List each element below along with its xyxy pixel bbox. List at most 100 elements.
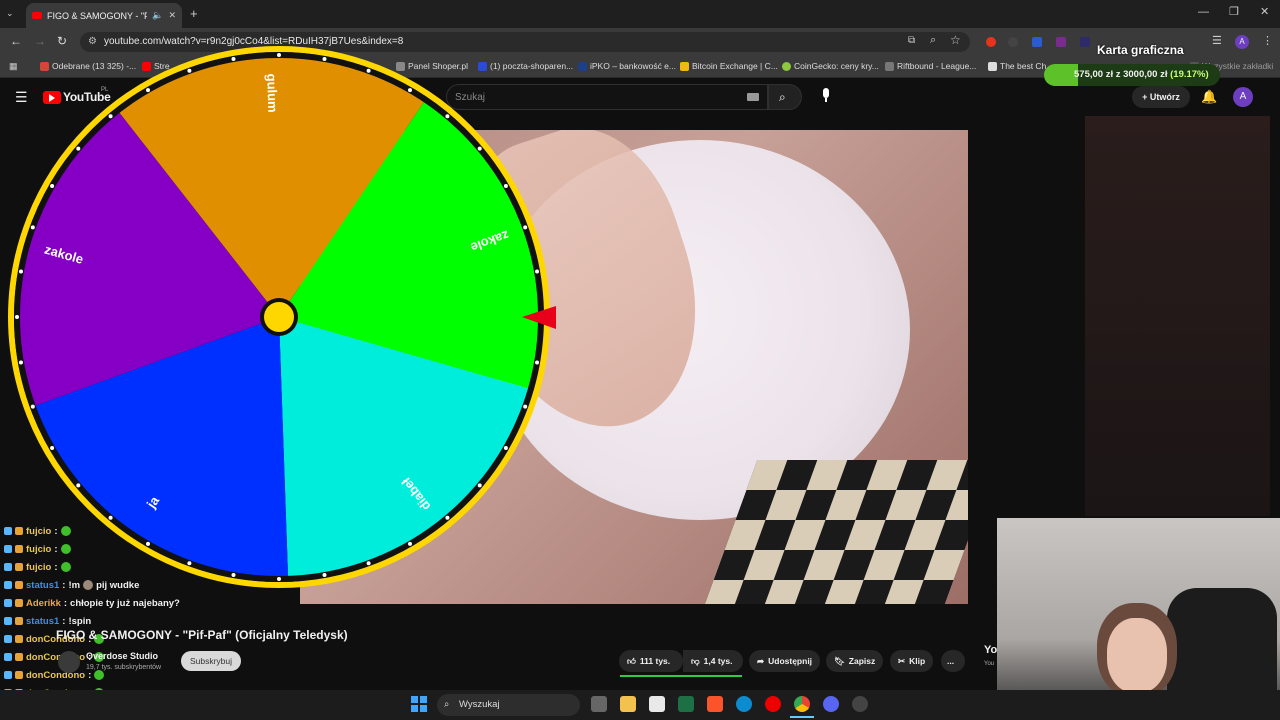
bookmark-item[interactable]: iPKO – bankowość e... [578, 61, 676, 71]
chat-message: fujcio : [0, 522, 300, 540]
brave-browser-icon[interactable] [707, 696, 723, 712]
app-icon[interactable] [852, 696, 868, 712]
subscribe-button[interactable]: Subskrybuj [181, 651, 241, 671]
file-explorer-icon[interactable] [620, 696, 636, 712]
goal-progress-fill [1044, 64, 1078, 86]
bookmark-label: iPKO – bankowość e... [590, 61, 676, 71]
taskbar-search-label: Wyszukaj [459, 699, 500, 710]
chat-message: Aderikk : chłopie ty już najebany? [0, 594, 300, 612]
chat-username[interactable]: status1 [26, 580, 59, 591]
wheel-rim-dot [535, 360, 540, 365]
microphone-icon[interactable] [819, 88, 833, 106]
more-actions-button[interactable]: ... [941, 650, 965, 672]
task-view-icon[interactable] [591, 696, 607, 712]
prize-wheel[interactable]: gulumzakolediabełjazakole [0, 44, 560, 594]
channel-name[interactable]: Overdose Studio [86, 651, 158, 661]
minimize-icon[interactable]: — [1198, 6, 1209, 18]
chat-badge-icon [4, 581, 12, 589]
youtube-favicon-icon [32, 12, 42, 19]
zoom-icon[interactable]: ⌕ [930, 34, 936, 47]
wheel-rim-dot [15, 315, 19, 319]
search-button[interactable]: ⌕ [768, 84, 802, 110]
chat-username[interactable]: fujcio [26, 544, 51, 555]
bookmark-star-icon[interactable]: ☆ [950, 33, 961, 47]
chat-text: chłopie ty już najebany? [70, 597, 180, 609]
like-button[interactable]: 👍︎ 111 tys. [619, 650, 683, 672]
chat-separator: : [63, 597, 68, 609]
chat-username[interactable]: fujcio [26, 562, 51, 573]
dislike-count: 1,4 tys. [703, 656, 733, 666]
save-button[interactable]: 🔖︎ Zapisz [826, 650, 884, 672]
scissors-icon: ✂ [898, 656, 906, 666]
side-heading: Yo [984, 644, 998, 656]
chat-separator: : [54, 543, 58, 555]
keyboard-icon[interactable] [747, 93, 759, 101]
create-button[interactable]: + Utwórz [1132, 86, 1190, 108]
tab-active[interactable]: FIGO & SAMOGONY - "Pif- 🔈 ✕ [26, 3, 182, 28]
wheel-rim-dot [322, 573, 327, 578]
side-panel [1085, 116, 1270, 516]
taskbar-search[interactable]: ⌕ Wyszukaj [437, 694, 580, 716]
windows-start-icon[interactable] [411, 696, 427, 712]
wheel-rim-dot [50, 446, 55, 450]
speaker-icon[interactable]: 🔈 [152, 10, 163, 21]
chat-emote-icon [60, 526, 71, 536]
tab-close-icon[interactable]: ✕ [168, 10, 176, 21]
chat-username[interactable]: donCondono [26, 670, 85, 681]
wheel-rim-dot [477, 146, 482, 151]
tab-search-icon[interactable]: ☰ [1212, 34, 1222, 47]
chat-emote-icon [60, 544, 71, 554]
bookmark-item[interactable]: Bitcoin Exchange | C... [680, 61, 778, 71]
dislike-button[interactable]: 👎︎ 1,4 tys. [683, 650, 743, 672]
chat-separator: : [88, 669, 92, 681]
goal-progress-bar: 575,00 zł z 3000,00 zł (19.17%) [1044, 64, 1220, 86]
profile-avatar[interactable]: A [1235, 35, 1249, 49]
wheel-rim-dot [76, 483, 81, 488]
notifications-bell-icon[interactable]: 🔔 [1201, 89, 1217, 105]
chat-badge-icon [15, 635, 23, 643]
extension-icon[interactable] [1032, 37, 1042, 47]
share-button[interactable]: ➦ Udostępnij [749, 650, 821, 672]
save-label: Zapisz [848, 656, 876, 666]
chat-badge-icon [15, 581, 23, 589]
chat-username[interactable]: Aderikk [26, 598, 61, 609]
wheel-rim-dot [277, 53, 281, 57]
thumbs-up-icon: 👍︎ [627, 656, 636, 666]
account-avatar[interactable]: A [1233, 87, 1253, 107]
extension-icon[interactable] [1008, 37, 1018, 47]
wheel-segment-label: gulum [264, 73, 280, 112]
install-app-icon[interactable]: ⧉ [908, 35, 915, 46]
webcam-person-face [1107, 618, 1167, 693]
extension-icon[interactable] [1056, 37, 1066, 47]
edge-browser-icon[interactable] [736, 696, 752, 712]
extension-icon[interactable] [1080, 37, 1090, 47]
active-app-indicator [790, 716, 814, 718]
wheel-rim-dot [30, 404, 35, 409]
chat-username[interactable]: fujcio [26, 526, 51, 537]
wheel-hub[interactable] [264, 302, 294, 332]
chat-message: fujcio : [0, 558, 300, 576]
tab-list-chevron-icon[interactable]: ⌄ [6, 8, 14, 19]
wheel-rim-dot [445, 114, 450, 119]
bookmark-item[interactable]: CoinGecko: ceny kry... [782, 61, 879, 71]
clip-button[interactable]: ✂ Klip [890, 650, 934, 672]
wheel-rim-dot [76, 146, 81, 151]
excel-icon[interactable] [678, 696, 694, 712]
discord-icon[interactable] [823, 696, 839, 712]
bookmark-item[interactable]: Riftbound - League... [885, 61, 976, 71]
chat-badge-icon [15, 653, 23, 661]
new-tab-plus-icon[interactable]: + [190, 6, 198, 21]
opera-browser-icon[interactable] [765, 696, 781, 712]
extension-icon[interactable] [986, 37, 996, 47]
store-icon[interactable] [649, 696, 665, 712]
browser-menu-icon[interactable]: ⋮ [1262, 34, 1273, 47]
goal-title: Karta graficzna [1097, 43, 1184, 57]
maximize-icon[interactable]: ❐ [1229, 5, 1239, 18]
bookmark-label: The best Ch [1000, 61, 1047, 71]
chat-username[interactable]: status1 [26, 616, 59, 627]
bookmark-item[interactable]: The best Ch [988, 61, 1046, 71]
chat-message: status1 : !m pij wudke [0, 576, 300, 594]
chrome-browser-icon[interactable] [794, 696, 810, 712]
close-window-icon[interactable]: ✕ [1260, 5, 1269, 18]
channel-avatar[interactable] [58, 651, 80, 673]
